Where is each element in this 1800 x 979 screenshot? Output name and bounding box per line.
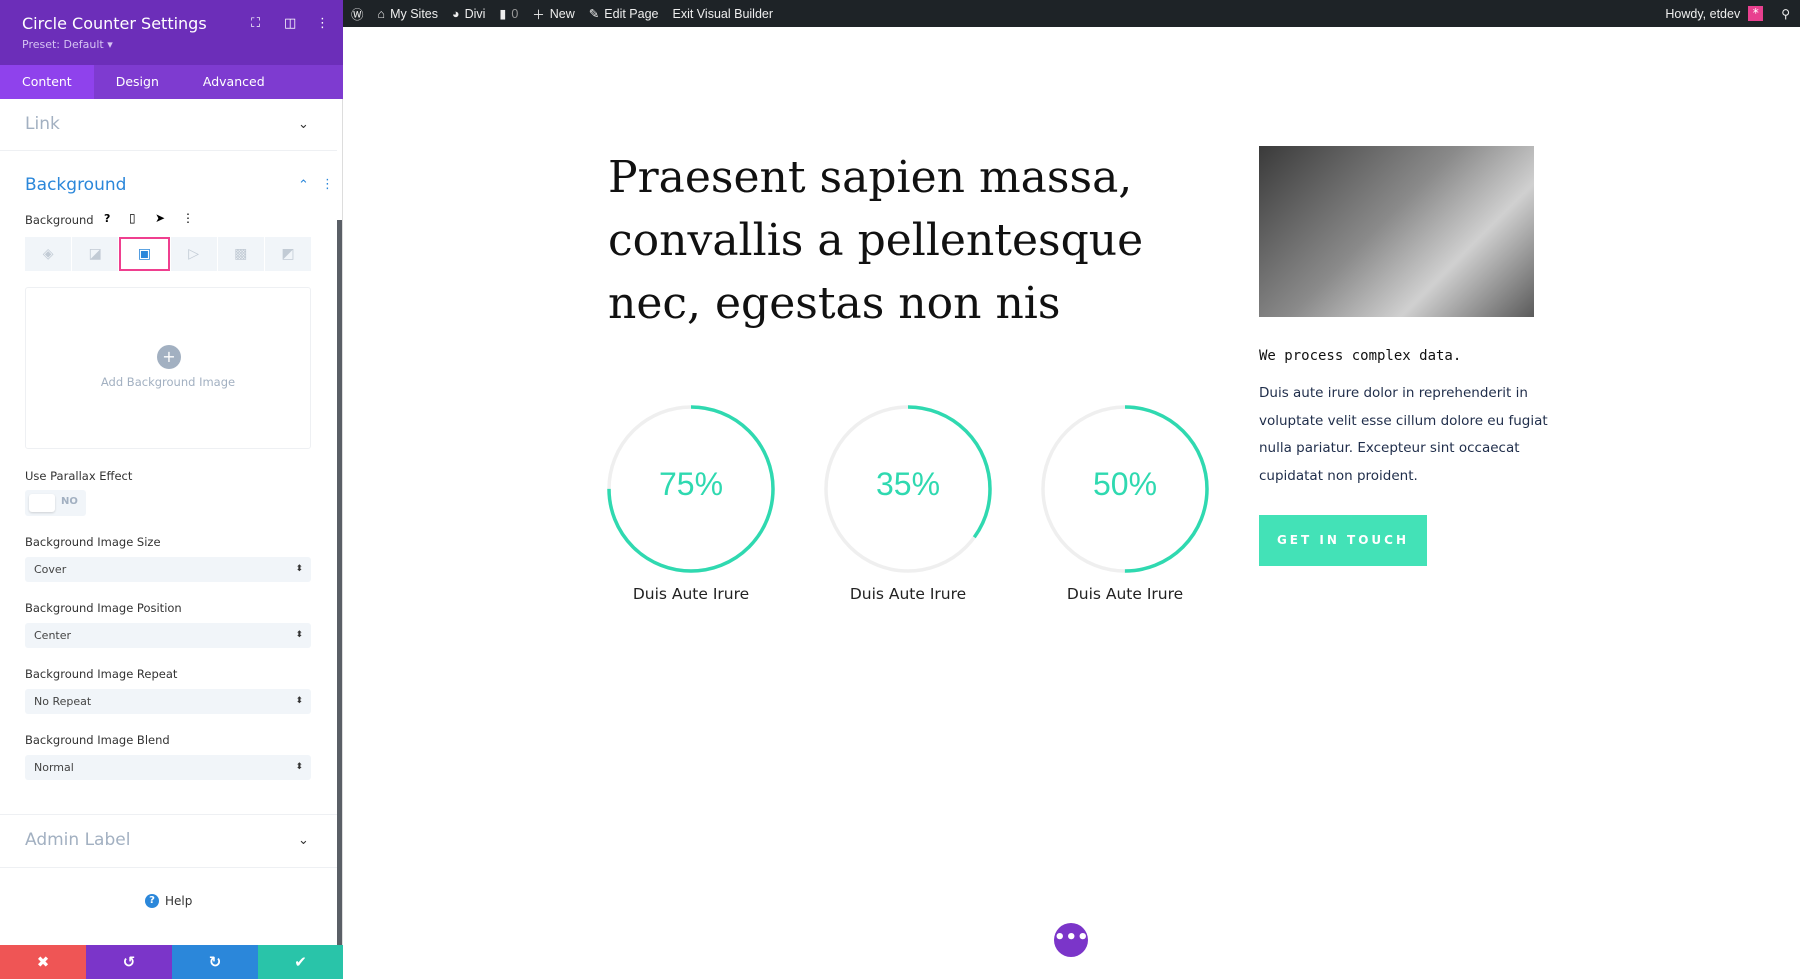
help-circle-icon: ? [145,894,159,908]
background-section-title[interactable]: Background [25,175,126,195]
chevron-down-icon[interactable]: ⌄ [298,833,309,848]
link-section-toggle[interactable]: Link [25,114,60,134]
parallax-label: Use Parallax Effect [25,469,133,483]
split-view-icon[interactable]: ◫ [284,16,296,31]
cancel-button[interactable]: ✖ [0,945,86,979]
chevron-up-icon[interactable]: ⌃ [298,178,309,193]
plus-icon: + [157,345,181,369]
image-repeat-select[interactable]: No Repeat ⬍ [25,689,311,714]
gradient-icon[interactable]: ◪ [72,237,119,271]
admin-label-section-toggle[interactable]: Admin Label [25,830,130,850]
get-in-touch-button[interactable]: GET IN TOUCH [1259,515,1427,566]
pattern-icon[interactable]: ▩ [217,237,264,271]
undo-icon: ↺ [122,953,136,971]
settings-panel: Circle Counter Settings Preset: Default … [0,0,343,979]
pencil-icon: ✎ [588,7,600,21]
tagline: We process complex data. [1259,348,1462,364]
close-icon: ✖ [36,953,50,971]
background-type-tabs: ◈ ◪ ▣ ▷ ▩ ◩ [25,237,312,271]
tab-advanced[interactable]: Advanced [181,65,287,99]
wp-admin-bar: Ⓦ ⌂ My Sites ◕ Divi ▮ 0 ＋ New ✎ Edit Page Exi… [343,0,1800,27]
body-paragraph: Duis aute irure dolor in reprehenderit i… [1259,385,1548,484]
help-link[interactable]: ? Help [145,894,192,908]
exit-visual-builder-link[interactable]: Exit Visual Builder [673,7,774,21]
more-options-icon[interactable]: ⋮ [316,16,329,31]
dashboard-icon: ◕ [452,6,460,21]
parallax-toggle[interactable]: NO [25,490,86,516]
comment-icon: ▮ [499,7,507,21]
panel-scrollbar[interactable] [337,220,342,945]
panel-header: Circle Counter Settings Preset: Default … [0,0,343,65]
color-bucket-icon[interactable]: ◈ [25,237,72,271]
field-label: Background Image Position [25,601,182,615]
tab-content[interactable]: Content [0,65,94,99]
redo-icon: ↻ [208,953,222,971]
redo-button[interactable]: ↻ [172,945,258,979]
counter-label: Duis Aute Irure [1066,585,1184,603]
circle-counter: 35% Duis Aute Irure [823,404,993,614]
toggle-knob [29,494,55,512]
select-arrows-icon: ⬍ [295,762,303,772]
select-arrows-icon: ⬍ [295,696,303,706]
panel-title: Circle Counter Settings [22,14,207,33]
comments-link[interactable]: ▮ 0 [499,6,518,22]
counter-label: Duis Aute Irure [849,585,967,603]
check-icon: ✔ [294,953,307,971]
field-label: Background Image Size [25,535,161,549]
image-icon[interactable]: ▣ [119,237,170,271]
image-position-select[interactable]: Center ⬍ [25,623,311,648]
field-label: Background Image Blend [25,733,170,747]
fullscreen-icon[interactable]: ⛶ [251,16,260,31]
select-arrows-icon: ⬍ [295,564,303,574]
counter-percent: 50% [1092,466,1158,502]
panel-tabs: Content Design Advanced [0,65,343,99]
circle-counter: 75% Duis Aute Irure [606,404,776,614]
divider [0,867,337,868]
responsive-icon[interactable]: ▯ [129,211,136,225]
page-heading: Praesent sapien massa, convallis a pelle… [608,152,1144,329]
section-options-icon[interactable]: ⋮ [321,177,334,192]
search-icon[interactable]: ⚲ [1781,7,1790,21]
new-link[interactable]: ＋ New [532,4,575,23]
chevron-down-icon[interactable]: ⌄ [298,117,309,132]
more-horizontal-icon: ••• [1054,927,1089,948]
hover-cursor-icon[interactable]: ➤ [155,211,165,225]
counter-percent: 75% [658,466,724,502]
page-settings-button[interactable]: ••• [1054,923,1089,957]
divider [0,814,337,815]
wordpress-logo-icon[interactable]: Ⓦ [351,4,364,23]
undo-button[interactable]: ↺ [86,945,172,979]
counter-percent: 35% [875,466,941,502]
preset-dropdown[interactable]: Preset: Default ▾ [22,38,113,51]
circle-counter: 50% Duis Aute Irure [1040,404,1210,614]
field-label: Background Image Repeat [25,667,178,681]
edit-page-link[interactable]: ✎ Edit Page [588,6,659,22]
tab-design[interactable]: Design [94,65,181,99]
divi-link[interactable]: ◕ Divi [452,7,485,21]
save-button[interactable]: ✔ [258,945,343,979]
hero-image [1259,146,1534,317]
add-background-image-button[interactable]: + Add Background Image [25,287,311,449]
image-blend-select[interactable]: Normal ⬍ [25,755,311,780]
help-icon[interactable]: ? [104,212,110,225]
background-label: Background [25,213,94,227]
video-icon[interactable]: ▷ [170,237,217,271]
avatar[interactable]: * [1748,6,1764,21]
my-sites-link[interactable]: ⌂ My Sites [378,7,439,21]
divider [0,150,337,151]
sites-icon: ⌂ [377,6,386,21]
image-size-select[interactable]: Cover ⬍ [25,557,311,582]
plus-icon: ＋ [532,8,545,22]
mask-icon[interactable]: ◩ [264,237,312,271]
howdy-user[interactable]: Howdy, etdev [1665,7,1740,21]
counter-label: Duis Aute Irure [632,585,750,603]
select-arrows-icon: ⬍ [295,630,303,640]
field-options-icon[interactable]: ⋮ [182,211,194,225]
